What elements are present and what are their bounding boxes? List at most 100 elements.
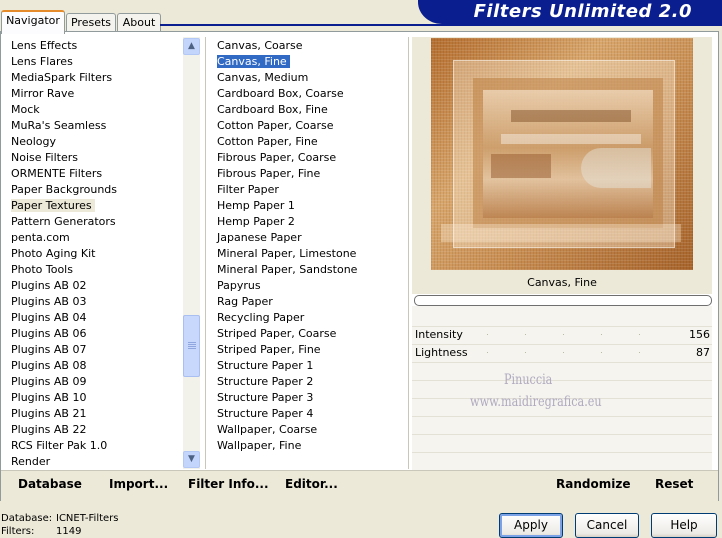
preview-image xyxy=(431,38,693,270)
list-item-label: Structure Paper 4 xyxy=(217,407,314,420)
list-item-label: Structure Paper 3 xyxy=(217,391,314,404)
list-item[interactable]: MuRa's Seamless xyxy=(0,118,182,134)
list-item[interactable]: Mineral Paper, Sandstone xyxy=(215,262,405,278)
list-item[interactable]: Mock xyxy=(0,102,182,118)
list-item[interactable]: Lens Flares xyxy=(0,54,182,70)
list-item[interactable]: Cotton Paper, Fine xyxy=(215,134,405,150)
filter-list[interactable]: Canvas, Coarse Canvas, Fine Canvas, Medium… xyxy=(215,38,405,454)
list-item[interactable]: Hemp Paper 1 xyxy=(215,198,405,214)
list-item-label: Plugins AB 04 xyxy=(11,311,87,324)
list-item[interactable]: Rag Paper xyxy=(215,294,405,310)
list-item-label: Mock xyxy=(11,103,40,116)
list-item[interactable]: Plugins AB 08 xyxy=(0,358,182,374)
list-item[interactable]: Plugins AB 04 xyxy=(0,310,182,326)
slider-track[interactable] xyxy=(487,352,677,353)
list-item-label: Cardboard Box, Coarse xyxy=(217,87,344,100)
list-item[interactable]: Structure Paper 2 xyxy=(215,374,405,390)
list-item-label: Render xyxy=(11,455,51,468)
list-item[interactable]: Photo Tools xyxy=(0,262,182,278)
database-button[interactable]: Database xyxy=(18,477,82,491)
scroll-down-button[interactable]: ▼ xyxy=(183,451,200,468)
list-item-label: Photo Aging Kit xyxy=(11,247,96,260)
list-item[interactable]: Striped Paper, Coarse xyxy=(215,326,405,342)
list-item[interactable]: Noise Filters xyxy=(0,150,182,166)
tab-navigator[interactable]: Navigator xyxy=(1,10,65,34)
list-item[interactable]: Neology xyxy=(0,134,182,150)
list-item[interactable]: Cardboard Box, Coarse xyxy=(215,86,405,102)
help-button[interactable]: Help xyxy=(651,513,717,538)
list-divider xyxy=(205,37,206,469)
list-item-label: Wallpaper, Fine xyxy=(217,439,302,452)
list-item[interactable]: Wallpaper, Coarse xyxy=(215,422,405,438)
list-item[interactable]: Paper Backgrounds xyxy=(0,182,182,198)
list-item-label: Plugins AB 06 xyxy=(11,327,87,340)
list-item-label: Mineral Paper, Sandstone xyxy=(217,263,358,276)
list-item[interactable]: Wallpaper, Fine xyxy=(215,438,405,454)
list-item[interactable]: Canvas, Medium xyxy=(215,70,405,86)
list-item-label: Filter Paper xyxy=(217,183,279,196)
import-button[interactable]: Import... xyxy=(109,477,168,491)
list-item-label: Pattern Generators xyxy=(11,215,116,228)
scroll-thumb[interactable] xyxy=(183,315,200,377)
apply-button[interactable]: Apply xyxy=(499,513,563,538)
list-item[interactable]: Plugins AB 03 xyxy=(0,294,182,310)
list-item[interactable]: Structure Paper 1 xyxy=(215,358,405,374)
list-item[interactable]: Plugins AB 07 xyxy=(0,342,182,358)
filter-info-button[interactable]: Filter Info... xyxy=(188,477,269,491)
slider-track[interactable] xyxy=(487,334,677,335)
reset-button[interactable]: Reset xyxy=(655,477,693,491)
list-item-label: Hemp Paper 1 xyxy=(217,199,295,212)
list-item[interactable]: Recycling Paper xyxy=(215,310,405,326)
list-item[interactable]: Plugins AB 21 xyxy=(0,406,182,422)
list-item[interactable]: Papyrus xyxy=(215,278,405,294)
list-item[interactable]: Render xyxy=(0,454,182,470)
param-lightness[interactable]: Lightness 87 xyxy=(412,344,712,362)
tab-presets[interactable]: Presets xyxy=(66,13,116,32)
list-item[interactable]: penta.com xyxy=(0,230,182,246)
category-scrollbar[interactable]: ▲ ▼ xyxy=(183,37,200,469)
list-item[interactable]: Striped Paper, Fine xyxy=(215,342,405,358)
list-item[interactable]: Filter Paper xyxy=(215,182,405,198)
list-item[interactable]: RCS Filter Pak 1.0 xyxy=(0,438,182,454)
list-item[interactable]: ORMENTE Filters xyxy=(0,166,182,182)
list-item-label: Fibrous Paper, Fine xyxy=(217,167,321,180)
scroll-up-button[interactable]: ▲ xyxy=(183,38,200,55)
list-item[interactable]: Paper Textures xyxy=(0,198,182,214)
list-item-label: Paper Textures xyxy=(11,199,95,212)
list-item[interactable]: Hemp Paper 2 xyxy=(215,214,405,230)
list-item-label: RCS Filter Pak 1.0 xyxy=(11,439,108,452)
list-item[interactable]: Structure Paper 3 xyxy=(215,390,405,406)
list-item[interactable]: Mirror Rave xyxy=(0,86,182,102)
list-item[interactable]: Cardboard Box, Fine xyxy=(215,102,405,118)
list-item-label: Canvas, Medium xyxy=(217,71,309,84)
list-item[interactable]: Mineral Paper, Limestone xyxy=(215,246,405,262)
list-item[interactable]: Photo Aging Kit xyxy=(0,246,182,262)
cancel-button[interactable]: Cancel xyxy=(575,513,639,538)
list-item-label: Mineral Paper, Limestone xyxy=(217,247,357,260)
list-item[interactable]: Pattern Generators xyxy=(0,214,182,230)
category-list[interactable]: Lens Effects Lens Flares MediaSpark Filter… xyxy=(0,38,182,470)
list-item[interactable]: MediaSpark Filters xyxy=(0,70,182,86)
list-item[interactable]: Plugins AB 02 xyxy=(0,278,182,294)
list-item[interactable]: Structure Paper 4 xyxy=(215,406,405,422)
list-item-label: Wallpaper, Coarse xyxy=(217,423,318,436)
list-item[interactable]: Plugins AB 06 xyxy=(0,326,182,342)
filters-count-label: Filters: xyxy=(1,526,35,537)
param-intensity[interactable]: Intensity 156 xyxy=(412,326,712,344)
list-item[interactable]: Plugins AB 09 xyxy=(0,374,182,390)
list-item[interactable]: Cotton Paper, Coarse xyxy=(215,118,405,134)
tab-about[interactable]: About xyxy=(117,13,161,32)
list-item[interactable]: Canvas, Coarse xyxy=(215,38,405,54)
list-item[interactable]: Fibrous Paper, Fine xyxy=(215,166,405,182)
list-item[interactable]: Canvas, Fine xyxy=(215,54,405,70)
app-title: Filters Unlimited 2.0 xyxy=(473,1,692,22)
list-item[interactable]: Japanese Paper xyxy=(215,230,405,246)
list-item[interactable]: Fibrous Paper, Coarse xyxy=(215,150,405,166)
editor-button[interactable]: Editor... xyxy=(285,477,338,491)
randomize-button[interactable]: Randomize xyxy=(556,477,630,491)
list-item-label: Cotton Paper, Coarse xyxy=(217,119,334,132)
list-item[interactable]: Plugins AB 10 xyxy=(0,390,182,406)
progress-bar xyxy=(414,295,712,306)
list-item[interactable]: Plugins AB 22 xyxy=(0,422,182,438)
list-item[interactable]: Lens Effects xyxy=(0,38,182,54)
